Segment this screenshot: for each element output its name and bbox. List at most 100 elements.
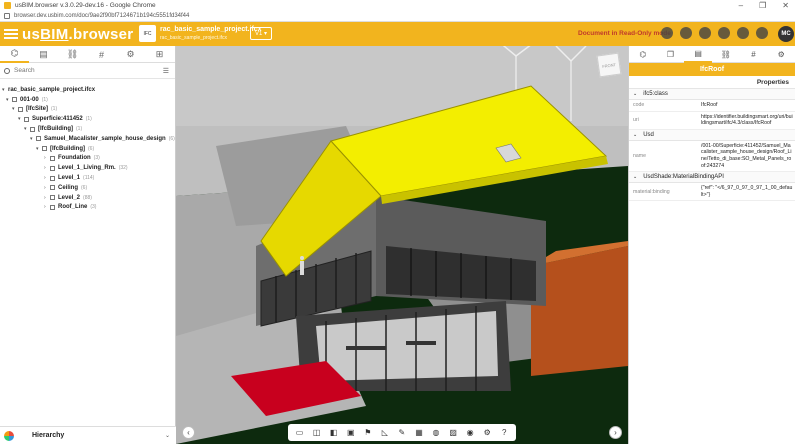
settings-gear-icon[interactable]: ⚙ xyxy=(482,428,492,438)
property-section-header[interactable]: ⌄ Usd xyxy=(629,129,795,141)
visibility-checkbox[interactable] xyxy=(50,185,55,191)
next-view-button[interactable]: › xyxy=(609,426,622,439)
chevron-down-icon[interactable]: ⌄ xyxy=(633,174,637,180)
walk-icon[interactable]: ⚑ xyxy=(363,428,373,438)
chevron-down-icon[interactable]: ⌄ xyxy=(165,432,170,439)
property-section-header[interactable]: ⌄ ifc5:class xyxy=(629,89,795,100)
camera-icon[interactable]: ▭ xyxy=(295,428,305,438)
tab-model-tree[interactable]: ⌬ xyxy=(0,46,29,63)
tree-node[interactable]: ▾ 001-00 (1) xyxy=(0,95,175,105)
chevron-down-icon[interactable]: ⌄ xyxy=(633,132,637,138)
visibility-checkbox[interactable] xyxy=(36,136,41,142)
tab-tree[interactable]: ⌬ xyxy=(629,46,657,63)
tree-node-label: [IfcBuilding] xyxy=(38,126,73,133)
visibility-checkbox[interactable] xyxy=(50,165,55,171)
tab-hash[interactable]: # xyxy=(87,46,116,63)
ruler-icon[interactable]: ◺ xyxy=(380,428,390,438)
network-icon: ⌬ xyxy=(639,50,647,59)
visibility-checkbox[interactable] xyxy=(18,106,23,112)
property-section-title: ifc5:class xyxy=(643,91,668,97)
visibility-checkbox[interactable] xyxy=(50,175,55,181)
property-value: IfcRoof xyxy=(701,102,718,108)
visibility-checkbox[interactable] xyxy=(30,126,35,132)
restore-button[interactable]: ❐ xyxy=(759,1,766,10)
property-section-title: UsdShade:MaterialBindingAPI xyxy=(643,174,724,181)
url-text[interactable]: browser.dev.usbim.com/doc/9ae2f90bf71246… xyxy=(14,13,189,19)
tree-node[interactable]: ▾ Superficie:411452 (1) xyxy=(0,114,175,124)
minimize-button[interactable]: – xyxy=(739,1,743,10)
close-window-button[interactable]: ✕ xyxy=(782,1,789,10)
image-icon[interactable]: ▨ xyxy=(448,428,458,438)
property-row: code IfcRoof xyxy=(629,100,795,112)
readonly-badge: Document in Read-Only mode xyxy=(578,30,671,37)
visibility-checkbox[interactable] xyxy=(50,204,55,210)
hash-icon: # xyxy=(98,49,104,60)
visibility-checkbox[interactable] xyxy=(50,155,55,161)
visibility-checkbox[interactable] xyxy=(24,116,29,122)
tree-node-count: (32) xyxy=(118,165,128,172)
tab-links[interactable]: ⛓ xyxy=(712,46,740,63)
project-subtitle: rac_basic_sample_project.ifcx xyxy=(160,35,227,41)
3d-viewport[interactable]: FRONT ‹ › ▭ ◫ ◧ ▣ ⚑ ◺ ✎ ▦ ◍ ▨ ◉ ⚙ ? xyxy=(176,46,628,444)
tree-node-label: 001-00 xyxy=(20,96,39,103)
tab-hash[interactable]: # xyxy=(740,46,768,63)
tab-documents[interactable]: ▤ xyxy=(29,46,58,63)
help-icon[interactable]: ? xyxy=(499,428,509,438)
filter-icon[interactable]: ☰ xyxy=(163,67,169,75)
tab-settings[interactable]: ⚙ xyxy=(767,46,795,63)
project-thumbnail[interactable]: IFC xyxy=(139,25,156,42)
tab-structure[interactable]: ⊞ xyxy=(145,46,174,63)
tree-node[interactable]: › Ceiling (6) xyxy=(0,183,175,193)
visibility-checkbox[interactable] xyxy=(50,195,55,201)
palette-icon[interactable]: ◉ xyxy=(465,428,475,438)
tab-links[interactable]: ⛓ xyxy=(58,46,87,63)
property-row: uri https://identifier.buildingsmart.org/… xyxy=(629,112,795,130)
model-render[interactable] xyxy=(176,46,628,444)
previous-view-button[interactable]: ‹ xyxy=(182,426,195,439)
tree-node[interactable]: ▾ [IfcBuilding] (1) xyxy=(0,124,175,134)
visibility-checkbox[interactable] xyxy=(12,97,17,103)
chevron-down-icon[interactable]: ⌄ xyxy=(633,91,637,97)
site-info-icon[interactable] xyxy=(4,13,10,19)
property-key: uri xyxy=(633,117,639,124)
tab-copy[interactable]: ❐ xyxy=(657,46,685,63)
search-icon xyxy=(4,67,10,74)
tree-node-label: [IfcBuilding] xyxy=(50,145,85,152)
section-box-icon[interactable]: ▣ xyxy=(346,428,356,438)
visibility-checkbox[interactable] xyxy=(42,146,47,152)
property-section-header[interactable]: ⌄ UsdShade:MaterialBindingAPI xyxy=(629,172,795,184)
globe-icon[interactable]: ◍ xyxy=(431,428,441,438)
play-icon[interactable] xyxy=(680,27,692,39)
tree-node[interactable]: › Level_1_Living_Rm. (32) xyxy=(0,163,175,173)
tree-node[interactable]: ▾ Samuel_Macalister_sample_house_design (6… xyxy=(0,134,175,144)
globe-icon[interactable] xyxy=(699,27,711,39)
view-cube-icon[interactable]: ◫ xyxy=(312,428,322,438)
measure-icon[interactable]: ✎ xyxy=(397,428,407,438)
view-cube[interactable]: FRONT xyxy=(596,52,622,78)
address-bar[interactable]: browser.dev.usbim.com/doc/9ae2f90bf71246… xyxy=(0,11,795,22)
tree-node[interactable]: › Foundation (3) xyxy=(0,154,175,164)
tree-node-count: (6) xyxy=(88,145,95,152)
tree-node[interactable]: ▾ [IfcSite] (1) xyxy=(0,105,175,115)
version-select[interactable]: V1 ▾ xyxy=(250,27,272,40)
search-bar: ☰ xyxy=(0,63,175,79)
user-avatar[interactable]: MC xyxy=(778,26,794,42)
tab-settings[interactable]: ⚙ xyxy=(116,46,145,63)
tree-node[interactable]: › Roof_Line (3) xyxy=(0,203,175,213)
tab-properties[interactable]: ▤ xyxy=(684,46,713,63)
tree-node[interactable]: › Level_2 (88) xyxy=(0,193,175,203)
tree-node[interactable]: › Level_1 (114) xyxy=(0,173,175,183)
search-input[interactable] xyxy=(14,67,154,74)
tree-node-label: rac_basic_sample_project.ifcx xyxy=(8,86,96,93)
cloud-upload-icon[interactable] xyxy=(661,27,673,39)
tree-node[interactable]: ▾ rac_basic_sample_project.ifcx xyxy=(0,85,175,95)
apps-grid-icon[interactable] xyxy=(756,27,768,39)
bottom-panel-selector[interactable]: Hierarchy ⌄ xyxy=(0,426,176,444)
box-icon[interactable]: ◧ xyxy=(329,428,339,438)
hamburger-menu-icon[interactable] xyxy=(4,29,18,39)
layers-icon[interactable]: ▦ xyxy=(414,428,424,438)
tree-node[interactable]: ▾ [IfcBuilding] (6) xyxy=(0,144,175,154)
help-icon[interactable] xyxy=(718,27,730,39)
app-favicon-icon xyxy=(4,2,11,9)
notification-bell-icon[interactable] xyxy=(737,27,749,39)
